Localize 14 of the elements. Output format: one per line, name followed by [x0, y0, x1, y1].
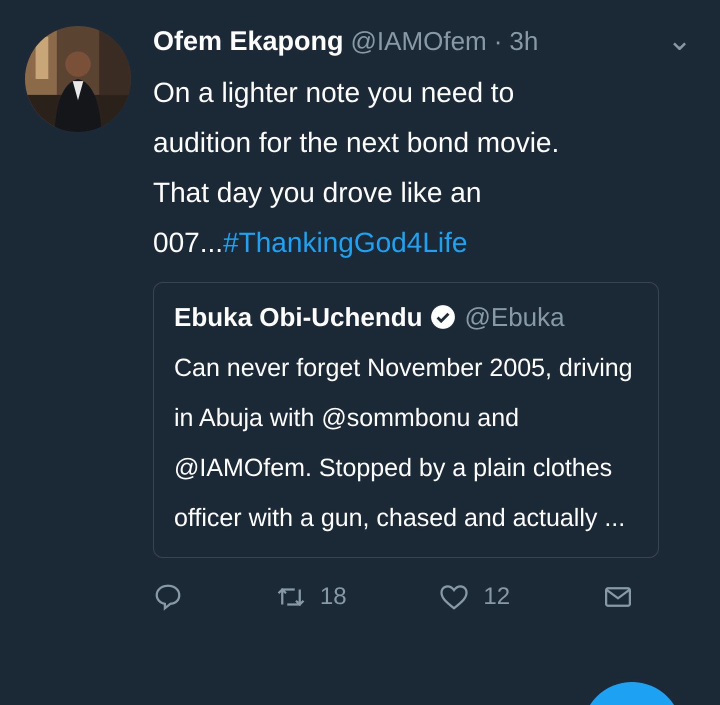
quoted-author-name: Ebuka Obi-Uchendu: [174, 302, 422, 332]
author-name[interactable]: Ofem Ekapong: [153, 26, 344, 57]
author-handle: @IAMOfem: [350, 26, 487, 57]
action-count: 18: [320, 583, 347, 611]
tweet-text: On a lighter note you need to audition for the next bond movie. That day you drove like an 007...#ThankingGod4Life: [153, 76, 560, 260]
timestamp: 3h: [509, 26, 538, 57]
quoted-tweet-text: Can never forget November 2005, driving in Abuja with @sommbonu and @IAMOfem. Stopped by a plain clothes officer with a gun, chased and actually ...: [174, 353, 634, 534]
quoted-author-handle: @Ebuka: [464, 302, 565, 332]
hashtag-link[interactable]: #ThankingGod4Life: [223, 227, 468, 258]
reply-icon[interactable]: [153, 582, 183, 612]
chevron-button[interactable]: ⌄: [663, 26, 696, 56]
action-count: 12: [483, 583, 510, 611]
separator: ·: [494, 26, 502, 57]
quoted-tweet[interactable]: Ebuka Obi-Uchendu @Ebuka Can never forget November 2005, driving in Abuja with @sommbonu and @IAMOfem. Stopped by a plain clothes officer with a gun, chased and actually ...: [153, 282, 659, 558]
